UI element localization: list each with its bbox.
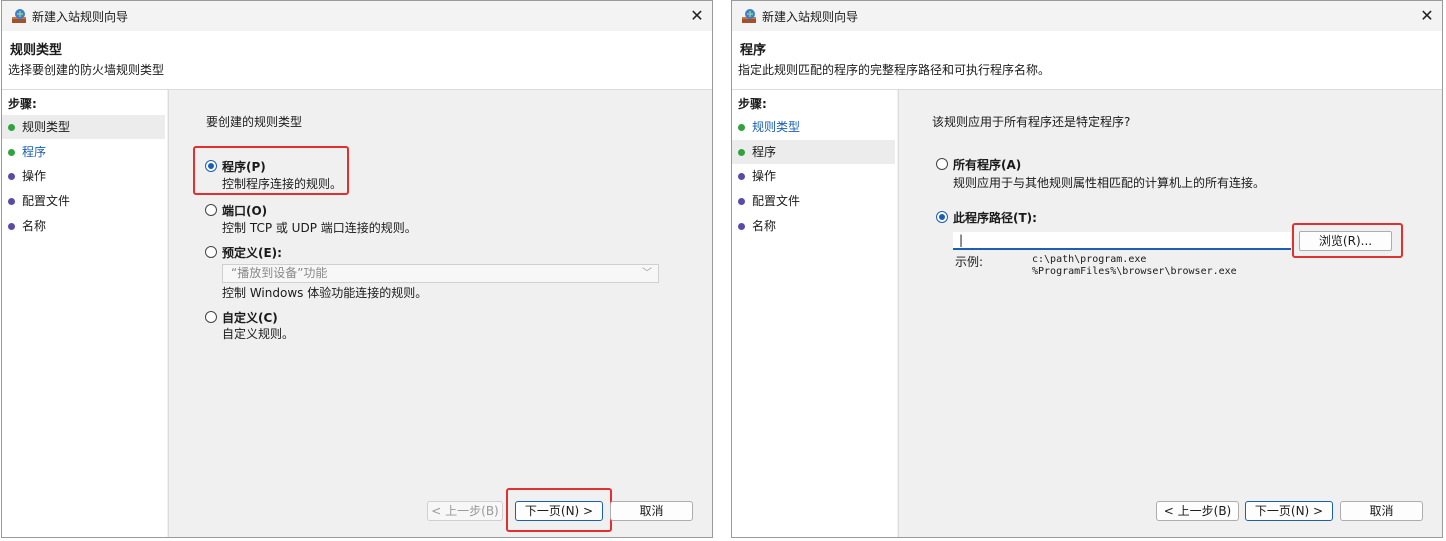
step-label: 程序 bbox=[752, 145, 777, 159]
step-done-icon bbox=[738, 149, 745, 156]
step-name[interactable]: 名称 bbox=[2, 214, 165, 238]
firewall-icon bbox=[742, 9, 756, 23]
wizard-header: 程序 指定此规则匹配的程序的完整程序路径和可执行程序名称。 bbox=[732, 31, 1442, 90]
title-bar[interactable]: 新建入站规则向导 ✕ bbox=[732, 1, 1442, 31]
window-title: 新建入站规则向导 bbox=[32, 10, 129, 24]
step-done-icon bbox=[8, 149, 15, 156]
step-rule-type[interactable]: 规则类型 bbox=[732, 115, 895, 139]
step-action[interactable]: 操作 bbox=[732, 164, 895, 188]
page-subtitle: 指定此规则匹配的程序的完整程序路径和可执行程序名称。 bbox=[738, 63, 1051, 77]
option-program-desc: 控制程序连接的规则。 bbox=[222, 177, 343, 191]
program-path-input[interactable]: | bbox=[953, 232, 1291, 250]
step-done-icon bbox=[8, 124, 15, 131]
option-predefined-desc: 控制 Windows 体验功能连接的规则。 bbox=[222, 286, 428, 300]
step-program[interactable]: 程序 bbox=[2, 140, 165, 164]
radio-predefined[interactable] bbox=[205, 246, 217, 258]
step-action[interactable]: 操作 bbox=[2, 164, 165, 188]
step-label: 名称 bbox=[752, 219, 777, 233]
step-label: 配置文件 bbox=[752, 194, 801, 208]
step-label: 规则类型 bbox=[22, 120, 71, 134]
question-text: 要创建的规则类型 bbox=[206, 115, 303, 129]
radio-program[interactable] bbox=[205, 160, 217, 172]
step-profile[interactable]: 配置文件 bbox=[2, 189, 165, 213]
steps-label: 步骤: bbox=[8, 97, 37, 111]
option-predefined-title[interactable]: 预定义(E): bbox=[222, 244, 282, 261]
step-label: 程序 bbox=[22, 145, 47, 159]
steps-panel: 步骤: 规则类型 程序 操作 配置文件 名称 bbox=[732, 90, 897, 537]
cancel-button[interactable]: 取消 bbox=[610, 501, 693, 521]
step-program[interactable]: 程序 bbox=[732, 140, 895, 164]
step-profile[interactable]: 配置文件 bbox=[732, 189, 895, 213]
steps-panel: 步骤: 规则类型 程序 操作 配置文件 名称 bbox=[2, 90, 167, 537]
step-label: 规则类型 bbox=[752, 120, 801, 134]
rule-type-wizard-window: 新建入站规则向导 ✕ 规则类型 选择要创建的防火墙规则类型 步骤: 规则类型 程… bbox=[1, 0, 713, 538]
step-pending-icon bbox=[8, 223, 15, 230]
close-icon[interactable]: ✕ bbox=[682, 1, 712, 31]
step-label: 名称 bbox=[22, 219, 47, 233]
step-done-icon bbox=[738, 124, 745, 131]
program-wizard-window: 新建入站规则向导 ✕ 程序 指定此规则匹配的程序的完整程序路径和可执行程序名称。… bbox=[731, 0, 1443, 538]
option-custom-title[interactable]: 自定义(C) bbox=[222, 309, 278, 326]
radio-all-programs[interactable] bbox=[936, 158, 948, 170]
next-button[interactable]: 下一页(N) > bbox=[515, 501, 603, 521]
step-pending-icon bbox=[738, 173, 745, 180]
question-text: 该规则应用于所有程序还是特定程序? bbox=[932, 115, 1131, 129]
step-pending-icon bbox=[738, 198, 745, 205]
radio-custom[interactable] bbox=[205, 311, 217, 323]
wizard-header: 规则类型 选择要创建的防火墙规则类型 bbox=[2, 31, 712, 90]
radio-port[interactable] bbox=[205, 204, 217, 216]
radio-this-program[interactable] bbox=[936, 211, 948, 223]
firewall-icon bbox=[12, 9, 26, 23]
option-this-program-title[interactable]: 此程序路径(T): bbox=[953, 209, 1037, 226]
option-all-programs-desc: 规则应用于与其他规则属性相匹配的计算机上的所有连接。 bbox=[953, 176, 1266, 190]
predefined-select[interactable]: “播放到设备”功能 ﹀ bbox=[222, 264, 659, 283]
back-button[interactable]: < 上一步(B) bbox=[427, 501, 503, 521]
steps-label: 步骤: bbox=[738, 97, 767, 111]
step-pending-icon bbox=[8, 198, 15, 205]
page-title: 程序 bbox=[740, 43, 767, 58]
page-title: 规则类型 bbox=[10, 43, 63, 58]
next-button[interactable]: 下一页(N) > bbox=[1245, 501, 1333, 521]
chevron-down-icon: ﹀ bbox=[642, 268, 652, 279]
cancel-button[interactable]: 取消 bbox=[1340, 501, 1423, 521]
option-program-title[interactable]: 程序(P) bbox=[222, 158, 266, 175]
option-port-title[interactable]: 端口(O) bbox=[222, 202, 267, 219]
step-pending-icon bbox=[738, 223, 745, 230]
step-pending-icon bbox=[8, 173, 15, 180]
page-subtitle: 选择要创建的防火墙规则类型 bbox=[8, 63, 165, 77]
option-port-desc: 控制 TCP 或 UDP 端口连接的规则。 bbox=[222, 221, 417, 235]
close-icon[interactable]: ✕ bbox=[1412, 1, 1442, 31]
predefined-select-value: “播放到设备”功能 bbox=[231, 266, 328, 280]
step-label: 操作 bbox=[22, 169, 47, 183]
wizard-content: 该规则应用于所有程序还是特定程序? 所有程序(A) 规则应用于与其他规则属性相匹… bbox=[898, 90, 1442, 537]
step-label: 配置文件 bbox=[22, 194, 71, 208]
step-label: 操作 bbox=[752, 169, 777, 183]
title-bar[interactable]: 新建入站规则向导 ✕ bbox=[2, 1, 712, 31]
step-rule-type[interactable]: 规则类型 bbox=[2, 115, 165, 139]
option-all-programs-title[interactable]: 所有程序(A) bbox=[953, 156, 1021, 173]
option-custom-desc: 自定义规则。 bbox=[222, 327, 295, 341]
back-button[interactable]: < 上一步(B) bbox=[1156, 501, 1239, 521]
browse-button[interactable]: 浏览(R)... bbox=[1299, 231, 1392, 251]
window-title: 新建入站规则向导 bbox=[762, 10, 859, 24]
example-path-1: c:\path\program.exe bbox=[1032, 254, 1147, 265]
example-label: 示例: bbox=[955, 255, 984, 269]
example-path-2: %ProgramFiles%\browser\browser.exe bbox=[1032, 266, 1237, 277]
wizard-content: 要创建的规则类型 程序(P) 控制程序连接的规则。 端口(O) 控制 TCP 或… bbox=[168, 90, 712, 537]
step-name[interactable]: 名称 bbox=[732, 214, 895, 238]
